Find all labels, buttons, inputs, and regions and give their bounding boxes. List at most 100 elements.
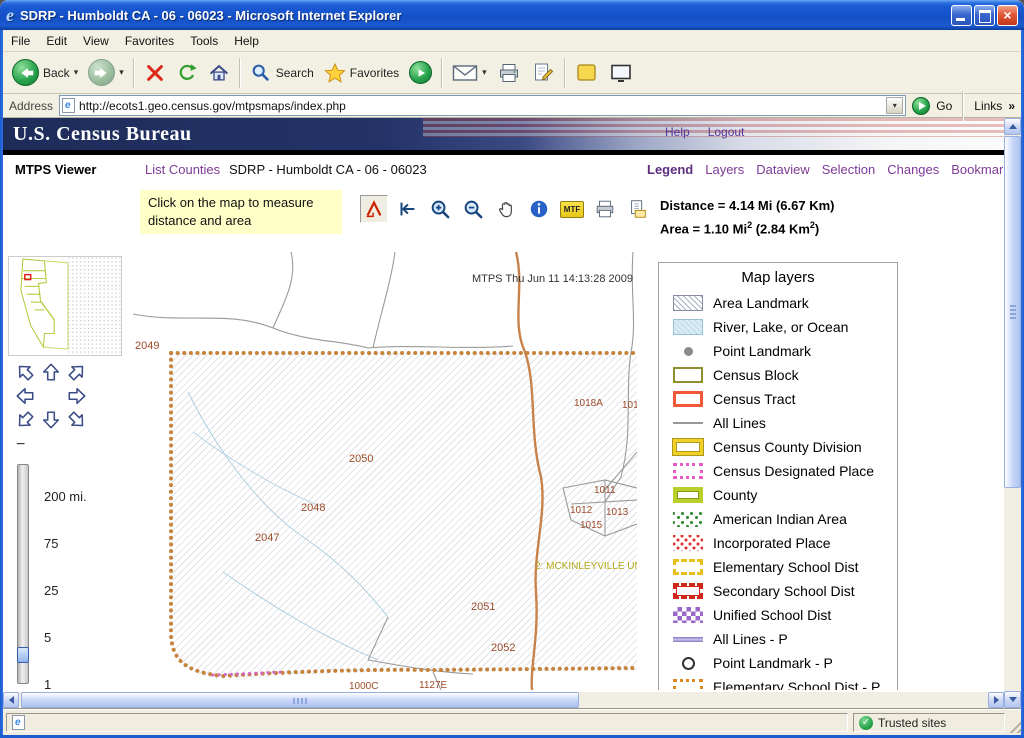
- menu-view[interactable]: View: [75, 31, 117, 51]
- zoom-slider[interactable]: [17, 464, 29, 684]
- pan-ne-button[interactable]: [64, 360, 90, 384]
- stop-button[interactable]: [139, 55, 171, 91]
- address-dropdown-icon[interactable]: ▾: [886, 97, 903, 114]
- pan-ne-arrow-icon: [63, 358, 91, 386]
- legend-item[interactable]: County: [659, 483, 897, 507]
- scroll-left-button[interactable]: [3, 692, 19, 708]
- stop-icon: [144, 62, 166, 84]
- scroll-down-button[interactable]: [1004, 691, 1021, 708]
- horizontal-scroll-thumb[interactable]: [21, 692, 579, 708]
- scroll-right-button[interactable]: [988, 692, 1004, 708]
- map-print-button[interactable]: [591, 195, 619, 223]
- legend-item[interactable]: Unified School Dist: [659, 603, 897, 627]
- legend-title: Map layers: [659, 263, 897, 291]
- favorites-button[interactable]: Favorites: [319, 55, 404, 91]
- history-button[interactable]: [404, 55, 437, 91]
- messenger-button[interactable]: [570, 55, 604, 91]
- pan-s-button[interactable]: [38, 408, 64, 432]
- legend-item[interactable]: Point Landmark: [659, 339, 897, 363]
- help-link[interactable]: Help: [665, 125, 690, 139]
- menu-edit[interactable]: Edit: [38, 31, 75, 51]
- measure-tool-button[interactable]: [360, 195, 388, 223]
- logout-link[interactable]: Logout: [708, 125, 745, 139]
- zoom-in-button[interactable]: [426, 195, 454, 223]
- nav-link-bookmar[interactable]: Bookmar: [951, 162, 1003, 177]
- pan-se-button[interactable]: [64, 408, 90, 432]
- legend-item[interactable]: Point Landmark - P: [659, 651, 897, 675]
- scroll-up-button[interactable]: [1004, 118, 1021, 135]
- zoom-minus-label[interactable]: −: [16, 436, 25, 454]
- menu-help[interactable]: Help: [226, 31, 267, 51]
- map-label: 1016: [622, 400, 637, 411]
- refresh-button[interactable]: [171, 55, 203, 91]
- close-button[interactable]: ×: [997, 5, 1018, 26]
- legend-item[interactable]: Census Designated Place: [659, 459, 897, 483]
- search-button[interactable]: Search: [245, 55, 319, 91]
- mail-dropdown-icon[interactable]: ▾: [482, 67, 487, 78]
- legend-item[interactable]: River, Lake, or Ocean: [659, 315, 897, 339]
- previous-extent-button[interactable]: [393, 195, 421, 223]
- mail-button[interactable]: ▾: [447, 55, 492, 91]
- nav-link-layers[interactable]: Layers: [705, 162, 744, 177]
- nav-link-selection[interactable]: Selection: [822, 162, 875, 177]
- pan-e-button[interactable]: [64, 384, 90, 408]
- pan-nw-button[interactable]: [12, 360, 38, 384]
- edit-button[interactable]: [526, 55, 560, 91]
- minimize-button[interactable]: [951, 5, 972, 26]
- back-button[interactable]: Back ▾: [7, 55, 83, 91]
- maximize-button[interactable]: [974, 5, 995, 26]
- overview-map[interactable]: [8, 256, 122, 356]
- address-input[interactable]: http://ecots1.geo.census.gov/mtpsmaps/in…: [59, 95, 906, 116]
- forward-button[interactable]: ▾: [83, 55, 129, 91]
- map-canvas[interactable]: MTPS Thu Jun 11 14:13:28 2009 2049205020…: [133, 252, 637, 690]
- legend-label: Point Landmark: [713, 343, 811, 359]
- home-button[interactable]: [203, 55, 235, 91]
- menu-favorites[interactable]: Favorites: [117, 31, 182, 51]
- legend-item[interactable]: All Lines: [659, 411, 897, 435]
- legend-item[interactable]: All Lines - P: [659, 627, 897, 651]
- legend-item[interactable]: Elementary School Dist: [659, 555, 897, 579]
- zoom-slider-thumb[interactable]: [17, 647, 29, 663]
- horizontal-scrollbar[interactable]: [3, 692, 1004, 708]
- mtf-tool-button[interactable]: MTF: [558, 195, 586, 223]
- go-icon[interactable]: [912, 97, 930, 115]
- nav-link-changes[interactable]: Changes: [887, 162, 939, 177]
- legend-item[interactable]: Incorporated Place: [659, 531, 897, 555]
- legend-item[interactable]: Elementary School Dist - P: [659, 675, 897, 690]
- map-label: 2052: [491, 642, 515, 654]
- forward-dropdown-icon[interactable]: ▾: [119, 67, 124, 78]
- nav-link-legend[interactable]: Legend: [647, 162, 693, 177]
- pan-tool-button[interactable]: [492, 195, 520, 223]
- legend-item[interactable]: Secondary School Dist: [659, 579, 897, 603]
- back-dropdown-icon[interactable]: ▾: [74, 67, 79, 78]
- discuss-button[interactable]: [604, 55, 638, 91]
- list-counties-link[interactable]: List Counties: [145, 162, 220, 177]
- area-text: Area = 1.10 Mi: [660, 221, 747, 236]
- links-chevron-icon[interactable]: »: [1008, 99, 1015, 113]
- legend-item[interactable]: Census Tract: [659, 387, 897, 411]
- vertical-scrollbar[interactable]: [1004, 118, 1021, 708]
- pan-sw-button[interactable]: [12, 408, 38, 432]
- vertical-scroll-thumb[interactable]: [1004, 136, 1021, 488]
- menu-tools[interactable]: Tools: [182, 31, 226, 51]
- go-button[interactable]: Go: [936, 99, 952, 113]
- pan-n-button[interactable]: [38, 360, 64, 384]
- title-bar[interactable]: e SDRP - Humboldt CA - 06 - 06023 - Micr…: [0, 0, 1024, 30]
- links-button[interactable]: Links: [974, 99, 1002, 113]
- print-button[interactable]: [492, 55, 526, 91]
- map-label: 2049: [135, 340, 159, 352]
- export-button[interactable]: [624, 195, 652, 223]
- legend-item[interactable]: Area Landmark: [659, 291, 897, 315]
- nav-link-dataview[interactable]: Dataview: [756, 162, 809, 177]
- menu-file[interactable]: File: [3, 31, 38, 51]
- info-tool-button[interactable]: [525, 195, 553, 223]
- sec-school-swatch: [673, 583, 703, 599]
- map-label: 1127E: [419, 680, 448, 690]
- resize-grip[interactable]: [1006, 718, 1021, 733]
- pan-w-button[interactable]: [12, 384, 38, 408]
- zoom-out-button[interactable]: [459, 195, 487, 223]
- legend-item[interactable]: Census County Division: [659, 435, 897, 459]
- banner-links: Help Logout: [665, 125, 744, 139]
- legend-item[interactable]: American Indian Area: [659, 507, 897, 531]
- legend-item[interactable]: Census Block: [659, 363, 897, 387]
